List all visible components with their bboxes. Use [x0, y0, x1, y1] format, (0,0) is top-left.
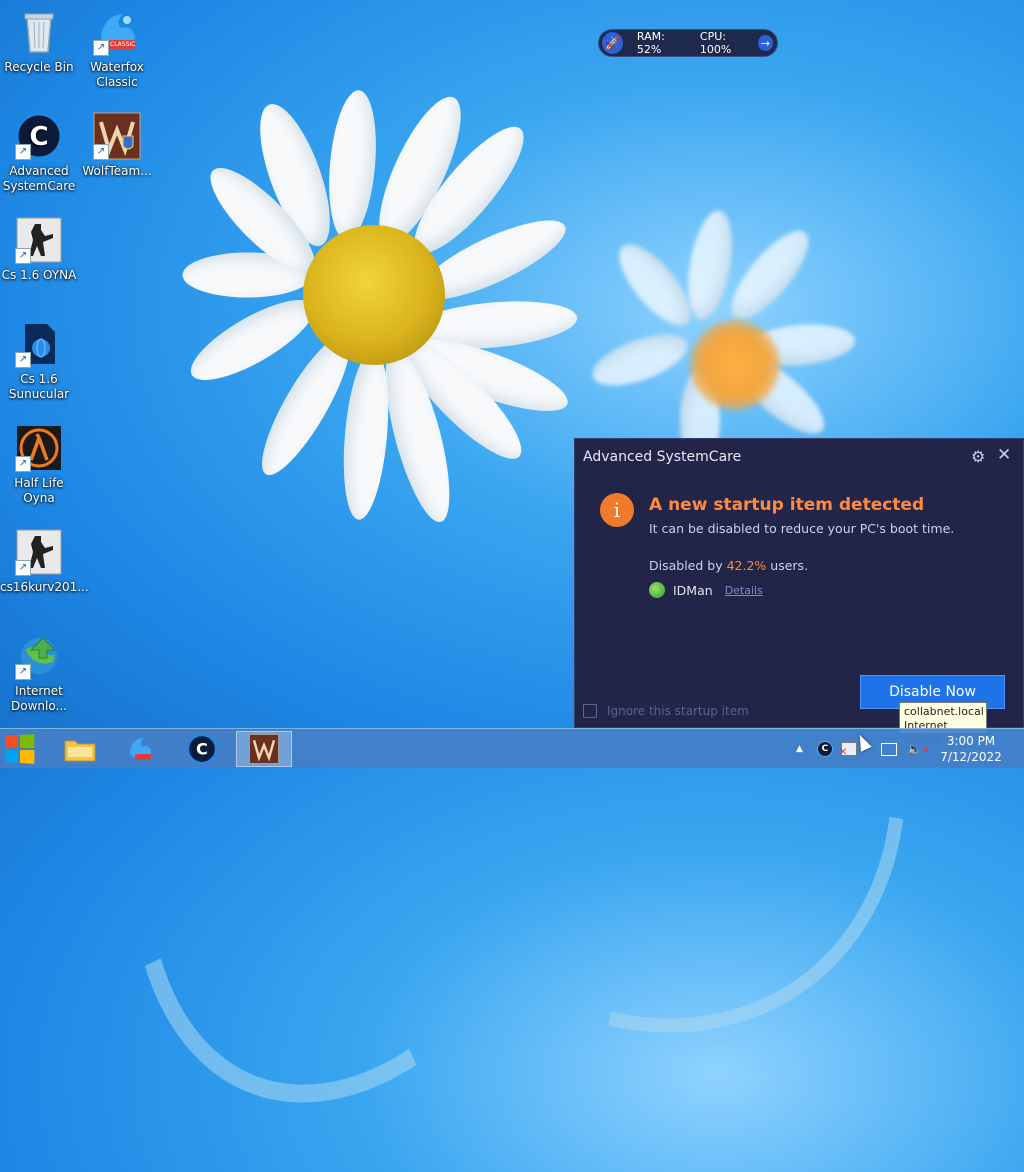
counter-strike-icon: ↗: [15, 216, 63, 264]
desktop-icon-internet-download-manager[interactable]: ↗ Internet Downlo...: [0, 632, 78, 714]
folder-icon: [64, 740, 96, 762]
taskbar-advanced-systemcare[interactable]: C: [174, 731, 230, 767]
shortcut-arrow-icon: ↗: [15, 352, 31, 368]
arrow-right-icon[interactable]: →: [757, 35, 773, 51]
desktop-icon-label: Cs 1.6 OYNA: [1, 268, 77, 282]
idm-globe-icon: ↗: [15, 632, 63, 680]
waterfox-icon: CLASSIC ↗: [93, 8, 141, 56]
volume-muted-icon[interactable]: 🔈✕: [907, 742, 930, 756]
shortcut-arrow-icon: ↗: [15, 248, 31, 264]
wolfteam-icon: ↗: [93, 112, 141, 160]
startup-app-row: IDMan Details: [649, 582, 763, 598]
disabled-suffix: users.: [766, 558, 809, 573]
document-globe-icon: ↗: [15, 320, 63, 368]
ignore-checkbox[interactable]: [583, 704, 597, 718]
network-error-tray-icon[interactable]: ✕: [839, 742, 857, 758]
ram-usage: RAM: 52%: [636, 30, 665, 56]
desktop-icon-waterfox[interactable]: CLASSIC ↗ Waterfox Classic: [78, 8, 156, 90]
idman-icon: [649, 582, 665, 598]
desktop-icon-label: WolfTeam...: [82, 164, 152, 178]
desktop-icon-label: Cs 1.6 Sunucular: [8, 372, 70, 401]
desktop-icon-label: Internet Downlo...: [11, 684, 67, 713]
waterfox-icon: [130, 737, 152, 760]
startup-notification-popup: Advanced SystemCare ⚙ ✕ i A new startup …: [574, 438, 1024, 728]
ignore-startup-option[interactable]: Ignore this startup item: [583, 704, 749, 718]
taskbar-waterfox[interactable]: [112, 731, 168, 767]
counter-strike-icon: ↗: [15, 528, 63, 576]
taskbar-wolfteam[interactable]: [236, 731, 292, 767]
rocket-icon: 🚀: [602, 32, 623, 54]
recycle-bin-icon: [15, 8, 63, 56]
advanced-systemcare-icon: C: [187, 734, 217, 764]
desktop-icon-cs16kurv[interactable]: ↗ cs16kurv201...: [0, 528, 89, 595]
windows-start-icon[interactable]: [5, 734, 37, 764]
tooltip-line1: collabnet.local: [904, 705, 984, 718]
network-tray-icon[interactable]: [880, 742, 897, 756]
chevron-up-icon[interactable]: ▲: [796, 744, 803, 754]
alert-heading: A new startup item detected: [649, 495, 925, 515]
waterfox-badge: CLASSIC: [110, 41, 136, 48]
desktop-icon-advanced-systemcare[interactable]: C ↗ Advanced SystemCare: [0, 112, 78, 194]
popup-title: Advanced SystemCare: [583, 449, 742, 465]
startup-app-name: IDMan: [673, 582, 713, 598]
desktop-icon-wolfteam[interactable]: ↗ WolfTeam...: [78, 112, 156, 179]
close-icon[interactable]: ✕: [997, 445, 1011, 465]
clock-time: 3:00 PM: [946, 734, 996, 748]
taskbar: C ▲ C ✕ ✔ 🔈✕ 3:00 PM 7/12/2022: [0, 728, 1024, 768]
svg-text:C: C: [29, 122, 48, 152]
shortcut-arrow-icon: ↗: [15, 456, 31, 472]
advanced-systemcare-icon: C ↗: [15, 112, 63, 160]
desktop-icon-label: Advanced SystemCare: [2, 164, 76, 193]
cpu-usage: CPU: 100%: [699, 30, 732, 56]
desktop-icon-label: Half Life Oyna: [14, 476, 64, 505]
desktop-icon-cs-oyna[interactable]: ↗ Cs 1.6 OYNA: [0, 216, 78, 283]
gear-icon[interactable]: ⚙: [971, 447, 985, 466]
shortcut-arrow-icon: ↗: [93, 144, 109, 160]
clock-date: 7/12/2022: [940, 750, 1002, 764]
shortcut-arrow-icon: ↗: [93, 40, 109, 56]
details-link[interactable]: Details: [725, 584, 763, 597]
shortcut-arrow-icon: ↗: [15, 664, 31, 680]
svg-text:C: C: [196, 740, 208, 759]
taskbar-clock[interactable]: 3:00 PM 7/12/2022: [936, 733, 1006, 765]
shortcut-arrow-icon: ↗: [15, 560, 31, 576]
wolfteam-icon: [249, 734, 279, 764]
desktop-icon-recycle-bin[interactable]: Recycle Bin: [0, 8, 78, 75]
desktop-icon-half-life[interactable]: ↗ Half Life Oyna: [0, 424, 78, 506]
system-monitor-widget[interactable]: 🚀 RAM: 52% CPU: 100% →: [598, 29, 778, 57]
half-life-icon: ↗: [15, 424, 63, 472]
taskbar-file-explorer[interactable]: [52, 731, 108, 767]
shortcut-arrow-icon: ↗: [15, 144, 31, 160]
desktop-icon-label: Recycle Bin: [4, 60, 74, 74]
desktop-icon-label: cs16kurv201...: [0, 580, 89, 594]
desktop-icon-cs-sunucular[interactable]: ↗ Cs 1.6 Sunucular: [0, 320, 78, 402]
desktop-icon-label: Waterfox Classic: [90, 60, 144, 89]
disabled-prefix: Disabled by: [649, 558, 727, 573]
ignore-label: Ignore this startup item: [607, 704, 749, 718]
info-alert-icon: i: [600, 493, 634, 527]
alert-description: It can be disabled to reduce your PC's b…: [649, 521, 955, 536]
disabled-percentage: 42.2%: [726, 558, 767, 573]
advanced-systemcare-tray-icon[interactable]: C: [816, 741, 833, 757]
disabled-by-stat: Disabled by 42.2% users.: [649, 558, 808, 573]
